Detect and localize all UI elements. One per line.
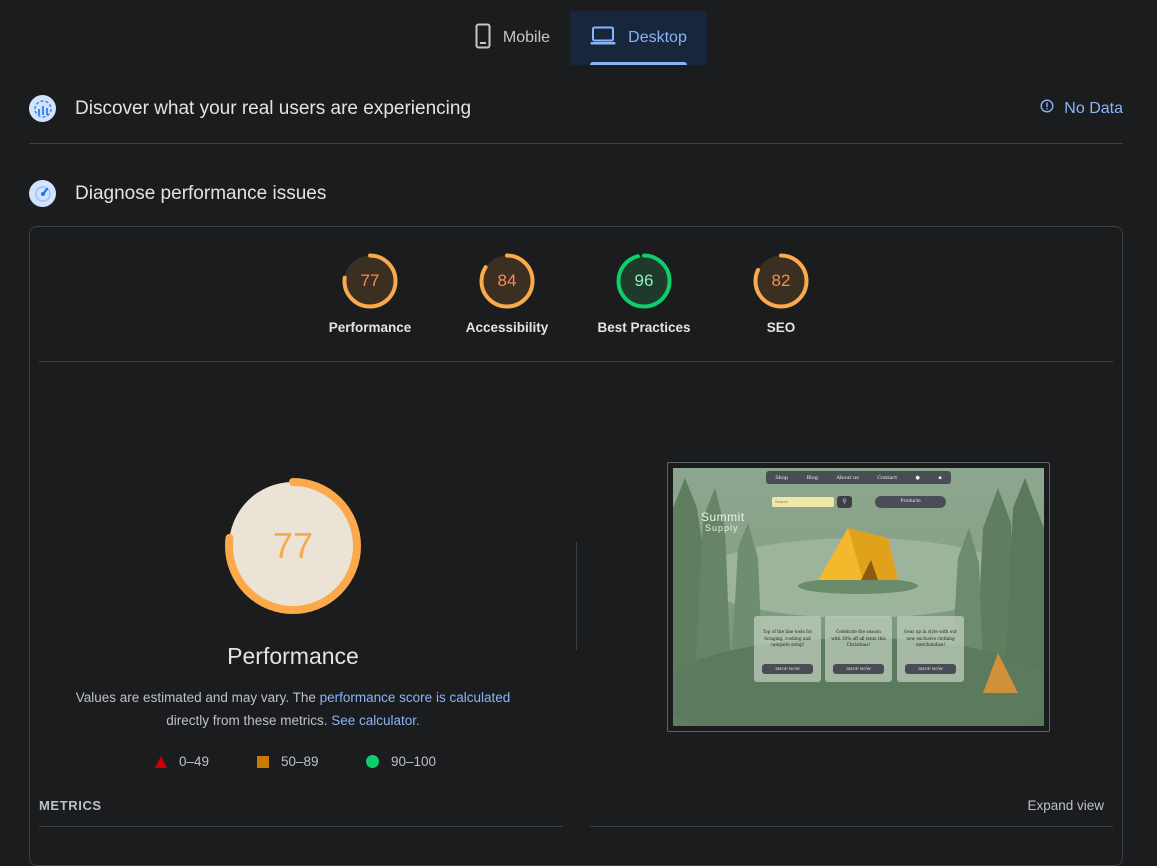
tab-desktop[interactable]: Desktop [570, 11, 707, 65]
screenshot-logo-sub: Supply [705, 523, 739, 533]
metrics-heading: METRICS [39, 798, 102, 813]
screenshot-card: Gear up in style with our new exclusive … [897, 616, 964, 682]
gauge-accessibility[interactable]: 84 Accessibility [442, 252, 572, 335]
card-text: Gear up in style with our new exclusive … [904, 629, 957, 647]
screenshot-nav-item: About us [836, 474, 859, 481]
screenshot-card: Top of the line tools for foraging, cook… [754, 616, 821, 682]
card-text: Top of the line tools for foraging, cook… [762, 629, 813, 647]
card-button: SHOP NOW [762, 664, 813, 674]
screenshot-nav-item: Blog [806, 474, 818, 481]
legend-range: 90–100 [391, 754, 437, 769]
card-button: SHOP NOW [905, 664, 956, 674]
performance-title: Performance [227, 643, 359, 669]
divider [29, 143, 1123, 144]
tab-mobile-label: Mobile [502, 29, 551, 46]
see-calculator-link[interactable]: See calculator. [331, 713, 420, 728]
lab-data-header: Diagnose performance issues [29, 180, 1123, 207]
card-text: Celebrate the season with 30% off all te… [831, 629, 886, 647]
forest-scene [673, 478, 1044, 726]
tab-desktop-label: Desktop [628, 29, 687, 46]
gauge-value: 82 [771, 271, 791, 290]
screenshot-dropdown: Products [875, 496, 946, 508]
gauge-value: 84 [497, 271, 517, 290]
phone-icon [475, 23, 491, 54]
screenshot-logo: Summit [701, 510, 745, 524]
legend-range: 50–89 [281, 754, 319, 769]
performance-score: 77 [272, 525, 314, 566]
gauge-seo[interactable]: 82 SEO [716, 252, 846, 335]
gauge-performance[interactable]: 77 Performance [305, 252, 435, 335]
performance-gauge-large: 77 [223, 476, 363, 616]
gauge-value: 77 [360, 271, 380, 290]
no-data-label: No Data [1064, 99, 1123, 117]
legend-fail: 0–49 [155, 754, 209, 769]
circle-icon [366, 755, 379, 768]
legend-pass: 90–100 [366, 754, 436, 769]
screenshot-card: Celebrate the season with 30% off all te… [825, 616, 892, 682]
tab-mobile[interactable]: Mobile [455, 11, 570, 65]
page-screenshot[interactable]: Shop Blog About us Contact ● ▪ Search ⚲ … [667, 462, 1050, 732]
card-divider [39, 361, 1113, 362]
performance-note: Values are estimated and may vary. The p… [48, 686, 538, 732]
square-icon [257, 755, 269, 768]
user-icon: ● [915, 474, 920, 481]
lab-data-title: Diagnose performance issues [75, 182, 327, 204]
info-icon [1040, 99, 1054, 118]
screenshot-nav-item: Contact [877, 474, 898, 481]
lighthouse-icon [29, 180, 56, 207]
screenshot-image: Shop Blog About us Contact ● ▪ Search ⚲ … [673, 468, 1044, 726]
legend-range: 0–49 [179, 754, 210, 769]
gauge-value: 96 [634, 271, 654, 290]
card-button: SHOP NOW [833, 664, 884, 674]
active-tab-indicator [590, 62, 687, 65]
users-icon [29, 95, 56, 122]
field-data-title: Discover what your real users are experi… [75, 97, 472, 119]
legend-average: 50–89 [257, 754, 319, 769]
note-prefix: Values are estimated and may vary. The [75, 690, 320, 705]
screenshot-search: Search [772, 497, 834, 507]
divider [39, 826, 563, 827]
laptop-icon [590, 26, 616, 51]
gauge-label: Performance [328, 320, 412, 335]
triangle-icon [155, 755, 167, 768]
screenshot-nav: Shop Blog About us Contact ● ▪ [766, 471, 951, 484]
score-calculated-link[interactable]: performance score is calculated [320, 690, 511, 705]
vertical-divider [576, 542, 577, 650]
cart-icon: ▪ [938, 474, 942, 481]
gauge-label: SEO [766, 320, 796, 335]
gauge-label: Best Practices [597, 320, 691, 335]
gauge-label: Accessibility [465, 320, 549, 335]
no-data-status[interactable]: No Data [1040, 99, 1123, 118]
divider [590, 826, 1113, 827]
screenshot-nav-item: Shop [775, 474, 789, 481]
gauge-best-practices[interactable]: 96 Best Practices [579, 252, 709, 335]
search-icon: ⚲ [837, 496, 852, 508]
expand-view-button[interactable]: Expand view [1027, 798, 1104, 813]
field-data-header: Discover what your real users are experi… [29, 95, 1123, 122]
note-middle: directly from these metrics. [166, 713, 328, 728]
